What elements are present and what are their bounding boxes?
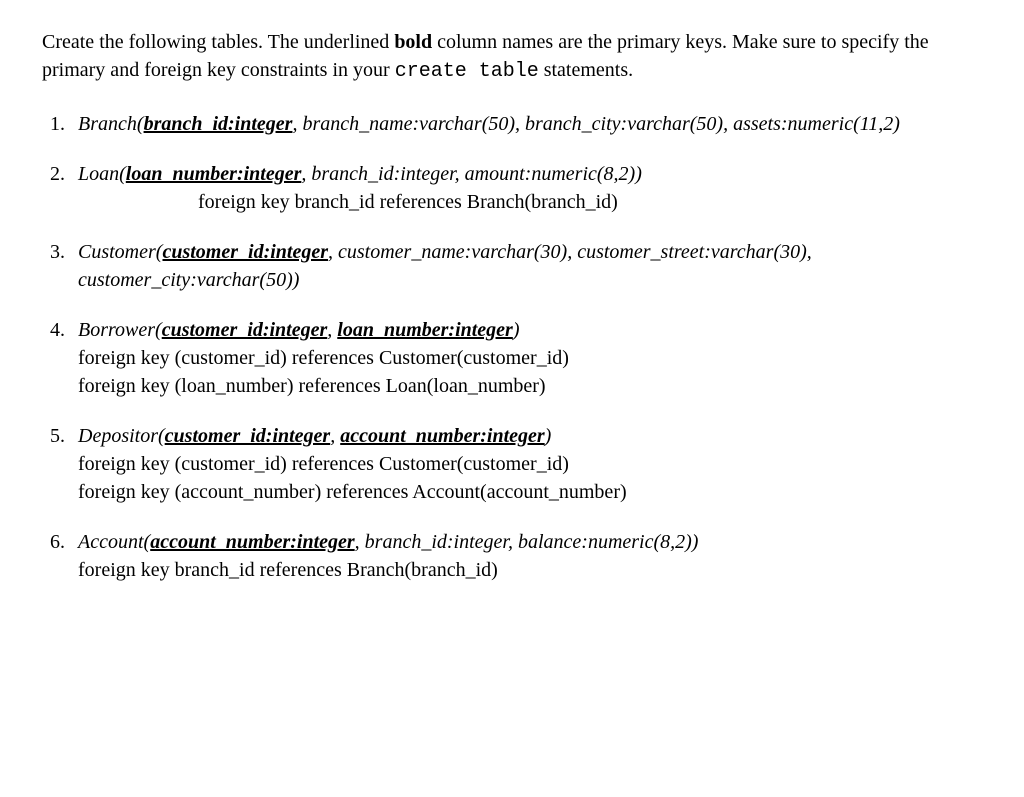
- schema-line: Branch(branch_id:integer, branch_name:va…: [78, 113, 900, 135]
- schema-line: Account(account_number:integer, branch_i…: [78, 531, 698, 553]
- schema-line: Borrower(customer_id:integer, loan_numbe…: [78, 319, 520, 341]
- schema-mid: ,: [330, 425, 340, 447]
- primary-key: loan_number:integer: [126, 163, 302, 185]
- schema-line: Loan(loan_number:integer, branch_id:inte…: [78, 163, 642, 185]
- foreign-key-line: foreign key (customer_id) references Cus…: [78, 344, 982, 372]
- list-item: Branch(branch_id:integer, branch_name:va…: [70, 110, 982, 138]
- table-name: Account: [78, 531, 144, 553]
- intro-text-3: statements.: [539, 59, 633, 81]
- schema-rest: , branch_id:integer, amount:numeric(8,2)…: [301, 163, 642, 185]
- primary-key-2: loan_number:integer: [337, 319, 513, 341]
- primary-key: customer_id:integer: [165, 425, 331, 447]
- table-list: Branch(branch_id:integer, branch_name:va…: [42, 110, 982, 584]
- table-name: Borrower: [78, 319, 155, 341]
- intro-paragraph: Create the following tables. The underli…: [42, 28, 982, 86]
- schema-line: Customer(customer_id:integer, customer_n…: [78, 241, 812, 291]
- intro-text-1: Create the following tables. The underli…: [42, 31, 394, 53]
- foreign-key-line: foreign key branch_id references Branch(…: [78, 556, 982, 584]
- intro-bold-word: bold: [394, 31, 432, 53]
- schema-rest: , branch_id:integer, balance:numeric(8,2…: [355, 531, 699, 553]
- foreign-key-line: foreign key branch_id references Branch(…: [78, 188, 982, 216]
- list-item: Depositor(customer_id:integer, account_n…: [70, 422, 982, 506]
- table-name: Branch: [78, 113, 137, 135]
- primary-key: customer_id:integer: [162, 241, 328, 263]
- schema-line: Depositor(customer_id:integer, account_n…: [78, 425, 551, 447]
- primary-key: account_number:integer: [150, 531, 354, 553]
- primary-key: customer_id:integer: [162, 319, 328, 341]
- primary-key-2: account_number:integer: [340, 425, 544, 447]
- intro-monospace-1: create table: [395, 60, 539, 83]
- table-name: Depositor: [78, 425, 158, 447]
- schema-mid: ,: [327, 319, 337, 341]
- primary-key: branch_id:integer: [144, 113, 293, 135]
- foreign-key-line: foreign key (loan_number) references Loa…: [78, 372, 982, 400]
- list-item: Borrower(customer_id:integer, loan_numbe…: [70, 316, 982, 400]
- list-item: Loan(loan_number:integer, branch_id:inte…: [70, 160, 982, 216]
- schema-close: ): [513, 319, 520, 341]
- schema-close: ): [545, 425, 552, 447]
- foreign-key-line: foreign key (account_number) references …: [78, 478, 982, 506]
- table-name: Loan: [78, 163, 119, 185]
- table-name: Customer: [78, 241, 156, 263]
- list-item: Account(account_number:integer, branch_i…: [70, 528, 982, 584]
- list-item: Customer(customer_id:integer, customer_n…: [70, 238, 982, 294]
- schema-rest: , branch_name:varchar(50), branch_city:v…: [292, 113, 899, 135]
- foreign-key-line: foreign key (customer_id) references Cus…: [78, 450, 982, 478]
